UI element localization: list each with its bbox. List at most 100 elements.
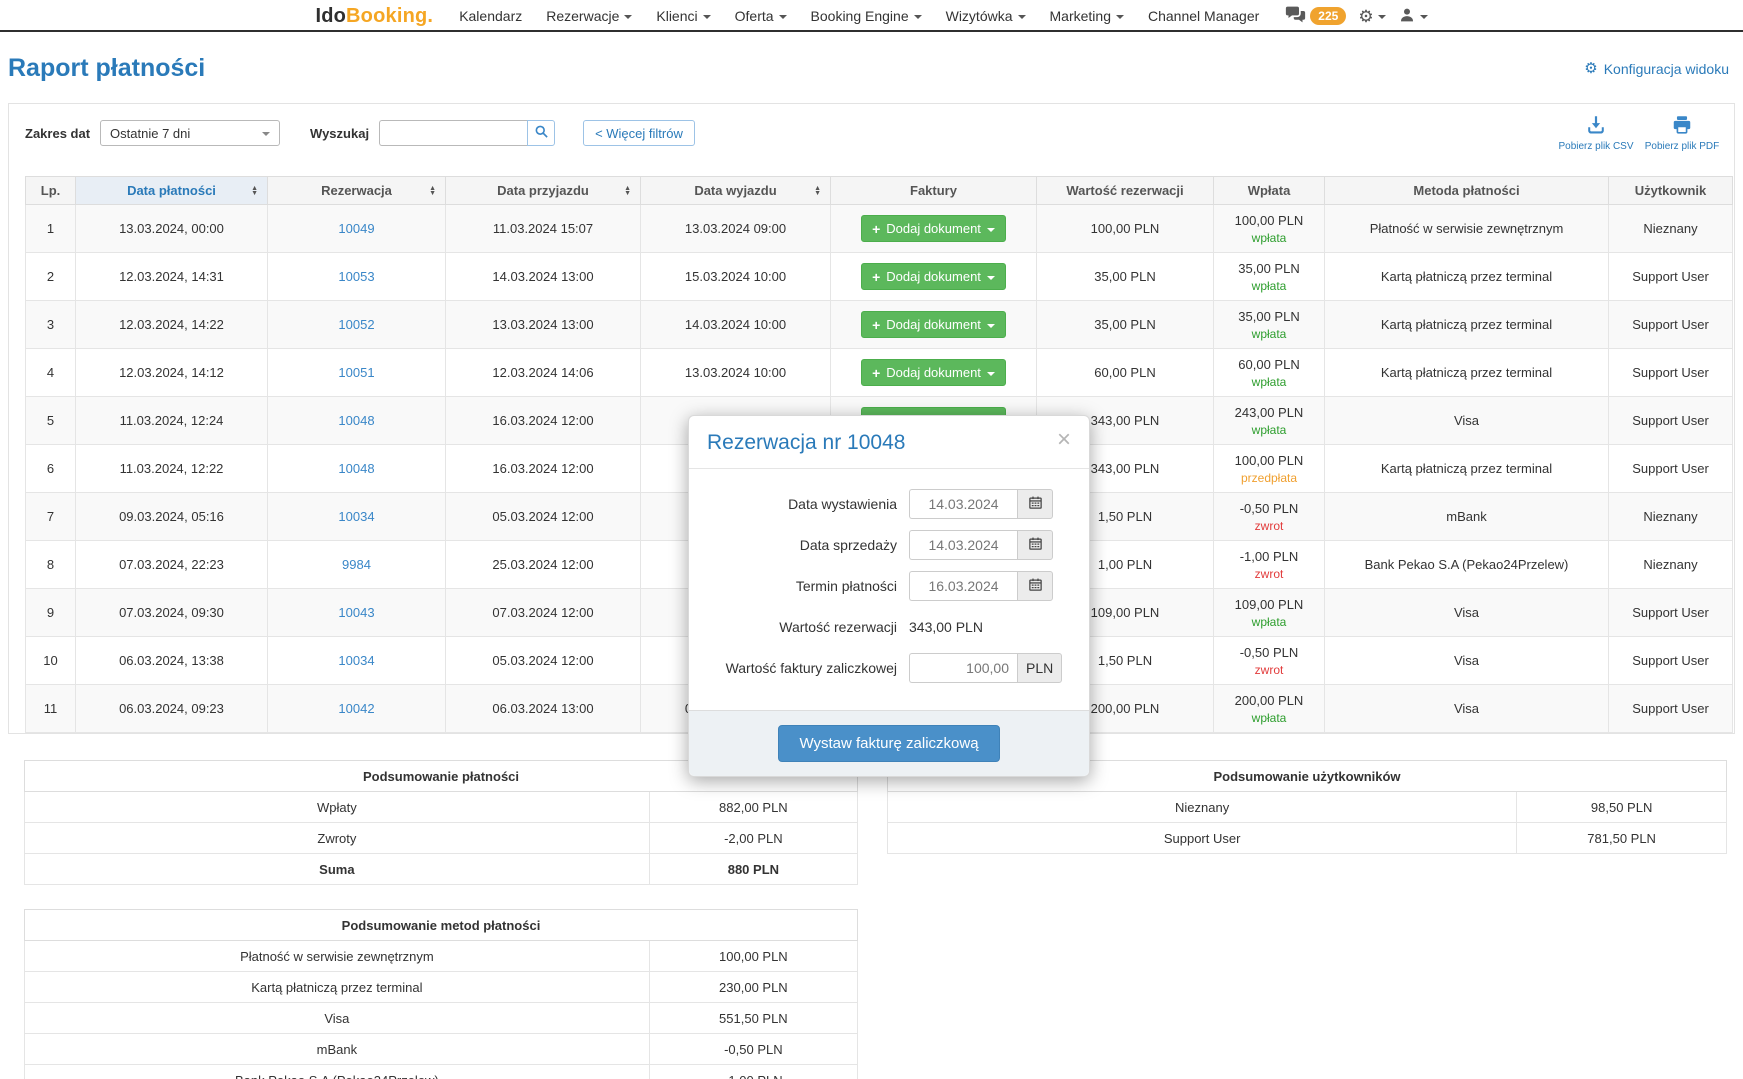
summary-value: -0,50 PLN xyxy=(649,1034,857,1065)
invoice-modal-header: Rezerwacja nr 10048 × xyxy=(689,416,1089,469)
view-config-link[interactable]: ⚙ Konfiguracja widoku xyxy=(1584,61,1729,77)
cell-user: Support User xyxy=(1609,637,1733,685)
reservation-link[interactable]: 10034 xyxy=(338,509,374,524)
menu-item-channel-manager[interactable]: Channel Manager xyxy=(1148,8,1259,24)
deposit-status: zwrot xyxy=(1214,519,1324,533)
reservation-link[interactable]: 10034 xyxy=(338,653,374,668)
column-header-data-wyjazdu[interactable]: Data wyjazdu▲▼ xyxy=(641,177,831,205)
summary-label: Wpłaty xyxy=(25,792,650,823)
reservation-link[interactable]: 9984 xyxy=(342,557,371,572)
reservation-link[interactable]: 10048 xyxy=(338,413,374,428)
cell-user: Support User xyxy=(1609,685,1733,733)
chevron-down-icon xyxy=(262,132,270,136)
add-document-button[interactable]: +Dodaj dokument xyxy=(861,359,1006,386)
cell-payment-date: 06.03.2024, 09:23 xyxy=(76,685,268,733)
chevron-down-icon xyxy=(987,324,995,328)
export-links: Pobierz plik CSV Pobierz plik PDF xyxy=(1558,114,1720,152)
messages-button[interactable]: 225 xyxy=(1285,4,1346,28)
column-header-data-platnosci[interactable]: Data płatności▲▼ xyxy=(76,177,268,205)
cell-lp: 10 xyxy=(26,637,76,685)
cell-payment-date: 07.03.2024, 22:23 xyxy=(76,541,268,589)
search-input[interactable] xyxy=(379,120,527,146)
menu-item-label: Klienci xyxy=(656,8,697,24)
add-document-button[interactable]: +Dodaj dokument xyxy=(861,263,1006,290)
add-document-button[interactable]: +Dodaj dokument xyxy=(861,215,1006,242)
reservation-link[interactable]: 10051 xyxy=(338,365,374,380)
download-csv-label: Pobierz plik CSV xyxy=(1558,141,1633,152)
date-range-select[interactable]: Ostatnie 7 dni xyxy=(100,120,280,146)
cell-arrival: 16.03.2024 12:00 xyxy=(446,445,641,493)
cell-arrival: 25.03.2024 12:00 xyxy=(446,541,641,589)
cell-arrival: 11.03.2024 15:07 xyxy=(446,205,641,253)
cell-user: Support User xyxy=(1609,349,1733,397)
calendar-button[interactable] xyxy=(1017,530,1053,560)
chevron-down-icon xyxy=(987,228,995,232)
menu-item-rezerwacje[interactable]: Rezerwacje xyxy=(546,8,632,24)
cell-payment-date: 12.03.2024, 14:31 xyxy=(76,253,268,301)
settings-menu-button[interactable]: ⚙ xyxy=(1358,8,1385,25)
wartosc-faktury-zaliczkowej-input[interactable] xyxy=(909,653,1017,683)
cell-lp: 7 xyxy=(26,493,76,541)
reservation-link[interactable]: 10048 xyxy=(338,461,374,476)
column-header-uzytkownik: Użytkownik xyxy=(1609,177,1733,205)
search-button[interactable] xyxy=(527,120,555,146)
calendar-button[interactable] xyxy=(1017,571,1053,601)
app-logo[interactable]: IdoBooking. xyxy=(315,5,433,28)
plus-icon: + xyxy=(872,270,880,284)
download-csv-button[interactable]: Pobierz plik CSV xyxy=(1558,114,1634,152)
menu-item-label: Oferta xyxy=(735,8,774,24)
download-pdf-label: Pobierz plik PDF xyxy=(1645,141,1719,152)
summary-label: Kartą płatniczą przez terminal xyxy=(25,972,650,1003)
column-header-rezerwacja[interactable]: Rezerwacja▲▼ xyxy=(268,177,446,205)
summary-row: Kartą płatniczą przez terminal230,00 PLN xyxy=(25,972,858,1003)
cell-reservation: 10052 xyxy=(268,301,446,349)
close-icon[interactable]: × xyxy=(1057,431,1071,449)
menu-item-wizytowka[interactable]: Wizytówka xyxy=(946,8,1026,24)
menu-item-marketing[interactable]: Marketing xyxy=(1050,8,1124,24)
reservation-link[interactable]: 10042 xyxy=(338,701,374,716)
cell-reservation: 10043 xyxy=(268,589,446,637)
cell-payment-method: Visa xyxy=(1325,637,1609,685)
column-header-label: Lp. xyxy=(41,183,61,198)
modal-field-data-sprzedazy: Data sprzedaży xyxy=(701,530,1069,560)
cell-payment-method: Kartą płatniczą przez terminal xyxy=(1325,445,1609,493)
deposit-amount: 100,00 PLN xyxy=(1214,453,1324,468)
menu-item-klienci[interactable]: Klienci xyxy=(656,8,710,24)
menu-item-oferta[interactable]: Oferta xyxy=(735,8,787,24)
cell-user: Support User xyxy=(1609,301,1733,349)
reservation-link[interactable]: 10052 xyxy=(338,317,374,332)
cell-user: Support User xyxy=(1609,397,1733,445)
table-row: 312.03.2024, 14:221005213.03.2024 13:001… xyxy=(26,301,1733,349)
issue-invoice-button[interactable]: Wystaw fakturę zaliczkową xyxy=(778,725,999,762)
reservation-link[interactable]: 10053 xyxy=(338,269,374,284)
deposit-amount: -0,50 PLN xyxy=(1214,501,1324,516)
cell-reservation-value: 60,00 PLN xyxy=(1037,349,1214,397)
deposit-status: wpłata xyxy=(1214,423,1324,437)
calendar-icon xyxy=(1028,577,1043,595)
summary-label: Support User xyxy=(888,823,1517,854)
summary-label: Suma xyxy=(25,854,650,885)
cell-reservation-value: 100,00 PLN xyxy=(1037,205,1214,253)
cell-arrival: 05.03.2024 12:00 xyxy=(446,493,641,541)
top-navigation: IdoBooking. Kalendarz Rezerwacje Klienci Of… xyxy=(0,0,1743,32)
menu-item-kalendarz[interactable]: Kalendarz xyxy=(459,8,522,24)
account-menu-button[interactable] xyxy=(1398,6,1428,27)
termin-platnosci-input[interactable] xyxy=(909,571,1017,601)
data-wystawienia-input[interactable] xyxy=(909,489,1017,519)
column-header-wartosc-rezerwacji: Wartość rezerwacji xyxy=(1037,177,1214,205)
column-header-data-przyjazdu[interactable]: Data przyjazdu▲▼ xyxy=(446,177,641,205)
add-document-button[interactable]: +Dodaj dokument xyxy=(861,311,1006,338)
cell-reservation: 10049 xyxy=(268,205,446,253)
cell-departure: 13.03.2024 10:00 xyxy=(641,349,831,397)
reservation-link[interactable]: 10043 xyxy=(338,605,374,620)
calendar-button[interactable] xyxy=(1017,489,1053,519)
more-filters-button[interactable]: < Więcej filtrów xyxy=(583,120,695,146)
gear-icon: ⚙ xyxy=(1358,8,1373,25)
reservation-link[interactable]: 10049 xyxy=(338,221,374,236)
menu-item-booking-engine[interactable]: Booking Engine xyxy=(811,8,922,24)
download-pdf-button[interactable]: Pobierz plik PDF xyxy=(1644,114,1720,152)
add-document-label: Dodaj dokument xyxy=(886,221,981,236)
data-sprzedazy-input[interactable] xyxy=(909,530,1017,560)
cell-departure: 14.03.2024 10:00 xyxy=(641,301,831,349)
date-range-label: Zakres dat xyxy=(25,126,90,141)
